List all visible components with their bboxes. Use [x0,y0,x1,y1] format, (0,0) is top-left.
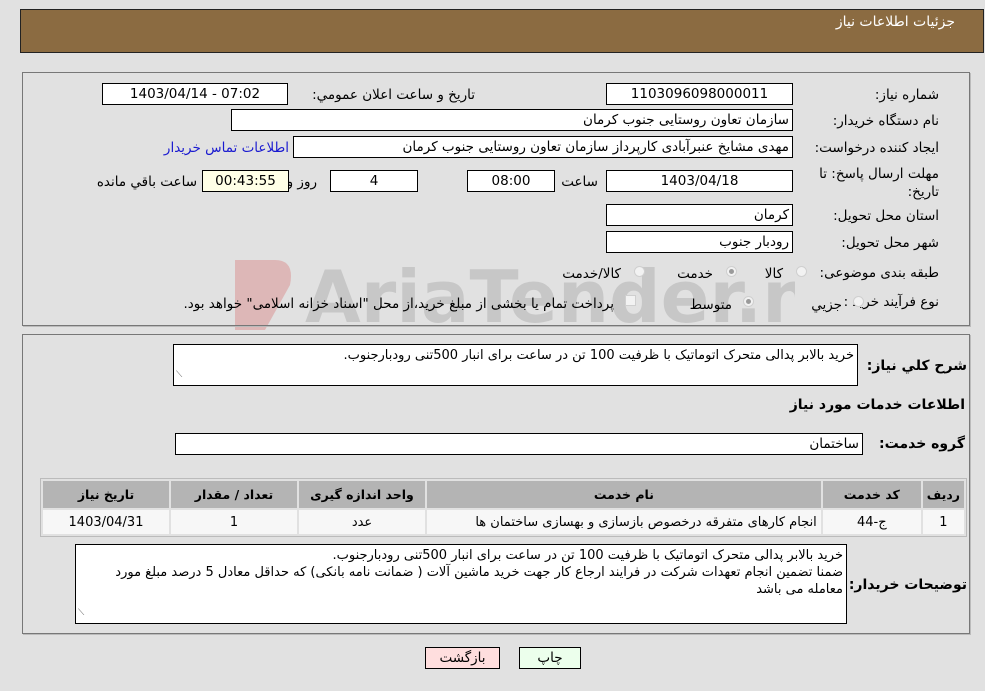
countdown-field: 00:43:55 [202,170,289,192]
days-remaining-field: 4 [330,170,418,192]
buyer-notes-textarea[interactable]: خرید بالابر پدالی متحرک اتوماتیک با ظرفی… [75,544,847,624]
city-field: رودبار جنوب [606,231,793,253]
process-option-minor: جزيي [811,297,842,313]
cell-service-code: ج-44 [822,510,921,534]
province-label: استان محل تحویل: [833,208,939,224]
back-button[interactable]: بازگشت [425,647,500,669]
col-service-name: نام خدمت [427,481,821,508]
summary-label: شرح کلي نياز: [866,358,967,374]
category-option-service: خدمت [677,266,713,282]
col-row-number: ردیف [922,481,964,508]
col-unit: واحد اندازه گیری [299,481,425,508]
treasury-checkbox[interactable] [625,295,636,306]
col-service-code: کد خدمت [822,481,921,508]
buyer-notes-line-2: ضمنا تضمین انجام تعهدات شرکت در فرایند ا… [115,565,843,597]
process-radio-minor[interactable] [853,296,864,307]
announce-field: 1403/04/14 - 07:02 [102,83,288,105]
services-table: ردیف کد خدمت نام خدمت واحد اندازه گیری ت… [40,478,967,537]
cell-service-name: انجام کارهای متفرقه درخصوص بازسازی و بهس… [427,510,821,534]
buyer-org-label: نام دستگاه خريدار: [832,113,939,129]
resize-grip-icon[interactable]: ⟋ [176,367,182,384]
deadline-label: مهلت ارسال پاسخ: تا تاریخ: [819,166,939,200]
print-button[interactable]: چاپ [519,647,581,669]
treasury-note: پرداخت تمام یا بخشی از مبلغ خرید،از محل … [183,296,614,312]
process-option-medium: متوسط [689,297,732,313]
category-option-goods-service: کالا/خدمت [562,266,621,282]
buyer-org-field: سازمان تعاون روستایی جنوب کرمان [231,109,793,131]
cell-quantity: 1 [171,510,297,534]
services-heading: اطلاعات خدمات مورد نیاز [789,397,965,413]
need-number-field: 1103096098000011 [606,83,793,105]
category-radio-goods[interactable] [796,266,807,277]
category-label: طبقه بندی موضوعی: [819,265,939,281]
process-radio-medium[interactable] [743,296,754,307]
summary-text: خرید بالابر پدالی متحرک اتوماتیک با ظرفی… [343,348,854,363]
cell-row-number: 1 [922,510,964,534]
col-need-date: تاریخ نیاز [43,481,169,508]
page-title: جزئیات اطلاعات نیاز [835,14,955,30]
creator-field: مهدی مشایخ عنبرآبادی کارپرداز سازمان تعا… [293,136,793,158]
service-group-label: گروه خدمت: [879,436,965,452]
need-number-label: شماره نیاز: [874,87,939,103]
creator-label: ایجاد کننده درخواست: [814,140,939,156]
category-radio-goods-service[interactable] [634,266,645,277]
summary-textarea[interactable]: خرید بالابر پدالی متحرک اتوماتیک با ظرفی… [173,344,858,386]
buyer-notes-line-1: خرید بالابر پدالی متحرک اتوماتیک با ظرفی… [332,548,843,563]
deadline-time-label: ساعت [561,174,598,190]
cell-need-date: 1403/04/31 [43,510,169,534]
resize-grip-icon[interactable]: ⟋ [78,605,84,622]
deadline-time-field: 08:00 [467,170,555,192]
cell-unit: عدد [299,510,425,534]
buyer-notes-label: توضیحات خریدار: [848,577,967,593]
buyer-contact-link[interactable]: اطلاعات تماس خریدار [164,140,289,156]
table-row: 1 ج-44 انجام کارهای متفرقه درخصوص بازساز… [43,510,964,534]
remaining-label: ساعت باقي مانده [96,174,197,190]
table-header-row: ردیف کد خدمت نام خدمت واحد اندازه گیری ت… [43,481,964,508]
days-label: روز و [286,174,317,190]
deadline-date-field: 1403/04/18 [606,170,793,192]
announce-label: تاریخ و ساعت اعلان عمومي: [312,87,475,103]
city-label: شهر محل تحویل: [841,235,939,251]
category-radio-service[interactable] [726,266,737,277]
service-group-field: ساختمان [175,433,863,455]
category-option-goods: کالا [764,266,783,282]
col-quantity: تعداد / مقدار [171,481,297,508]
province-field: کرمان [606,204,793,226]
